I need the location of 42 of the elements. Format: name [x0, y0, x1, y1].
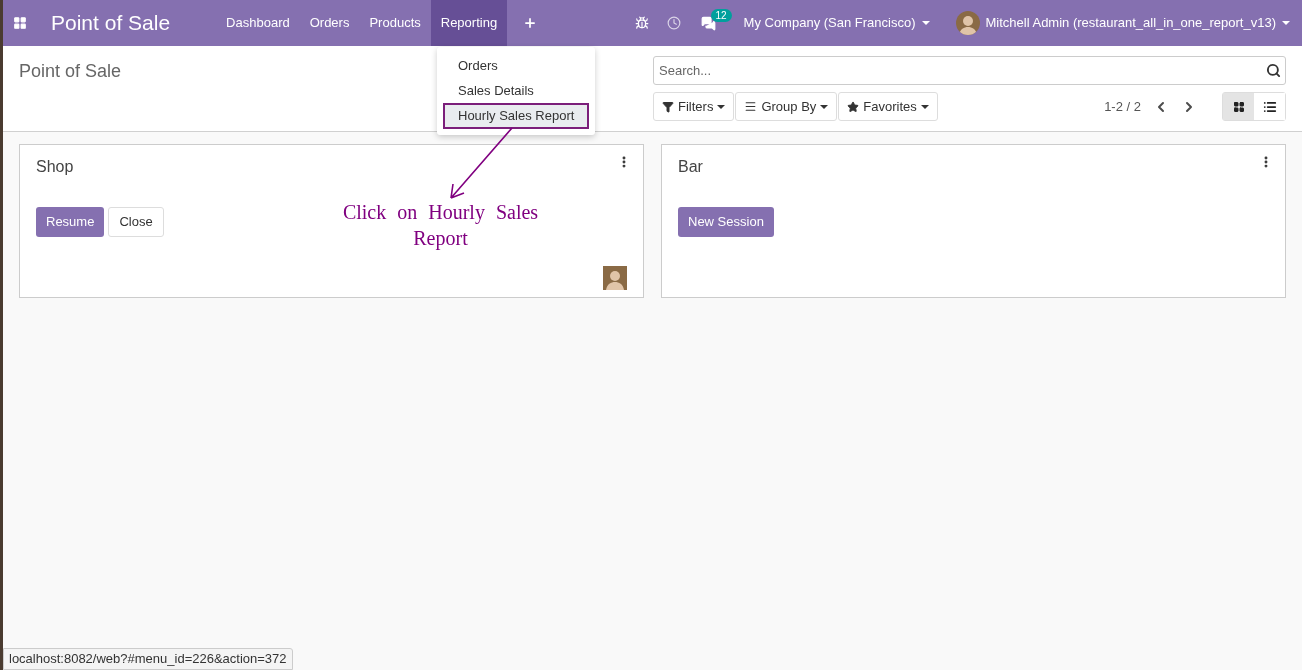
caret-icon — [920, 104, 929, 109]
dropdown-item[interactable]: Sales Details — [437, 78, 590, 103]
primary-button[interactable]: Resume — [36, 207, 105, 237]
user-menu[interactable]: Mitchell Admin (restaurant_all_in_one_report_v13) — [955, 11, 1290, 35]
menu-item[interactable]: Reporting — [430, 0, 508, 46]
chat-icon[interactable] — [700, 15, 716, 31]
card-title: Bar — [678, 158, 703, 175]
list-icon — [1262, 99, 1277, 114]
caret-icon — [820, 104, 829, 109]
caret-icon — [921, 21, 930, 25]
caret-icon — [1282, 21, 1290, 25]
app-grid-icon[interactable] — [13, 16, 27, 30]
caret-icon — [717, 104, 726, 109]
search-icon[interactable] — [1266, 63, 1281, 78]
avatar-icon — [955, 11, 980, 35]
filter-dropdown-button[interactable]: Group By — [735, 92, 838, 121]
message-count-badge: 12 — [710, 8, 732, 22]
grid-icon — [1232, 100, 1245, 113]
annotation-text: Click on Hourly Sales Report — [341, 200, 540, 251]
filter-dropdown-button[interactable]: Filters — [653, 92, 735, 121]
menu-item[interactable]: Orders — [299, 0, 360, 46]
bug-icon[interactable] — [634, 16, 649, 30]
lines-icon — [744, 100, 758, 113]
card-title: Shop — [36, 158, 74, 175]
app-title: Point of Sale — [51, 10, 171, 37]
menu-item[interactable]: Products — [359, 0, 431, 46]
company-switcher[interactable]: My Company (San Francisco) — [743, 13, 930, 33]
pager-value: 1-2 / 2 — [1104, 97, 1141, 116]
clock-icon[interactable] — [666, 16, 681, 30]
primary-button[interactable]: New Session — [678, 207, 774, 237]
star-icon — [847, 100, 860, 113]
filter-dropdown-button[interactable]: Favorites — [838, 92, 938, 121]
kanban-view-button[interactable] — [1223, 93, 1254, 120]
search-field[interactable]: Search... — [653, 56, 1286, 85]
plus-icon[interactable] — [523, 16, 538, 30]
secondary-button[interactable]: Close — [108, 207, 164, 237]
dropdown-item[interactable]: Orders — [437, 53, 590, 78]
filter-icon — [662, 100, 674, 113]
breadcrumb-title: Point of Sale — [19, 61, 122, 81]
dropdown-item[interactable]: Hourly Sales Report — [443, 103, 590, 129]
menu-item[interactable]: Dashboard — [216, 0, 300, 46]
status-url: localhost:8082/web?#menu_id=226&action=372 — [3, 648, 293, 670]
